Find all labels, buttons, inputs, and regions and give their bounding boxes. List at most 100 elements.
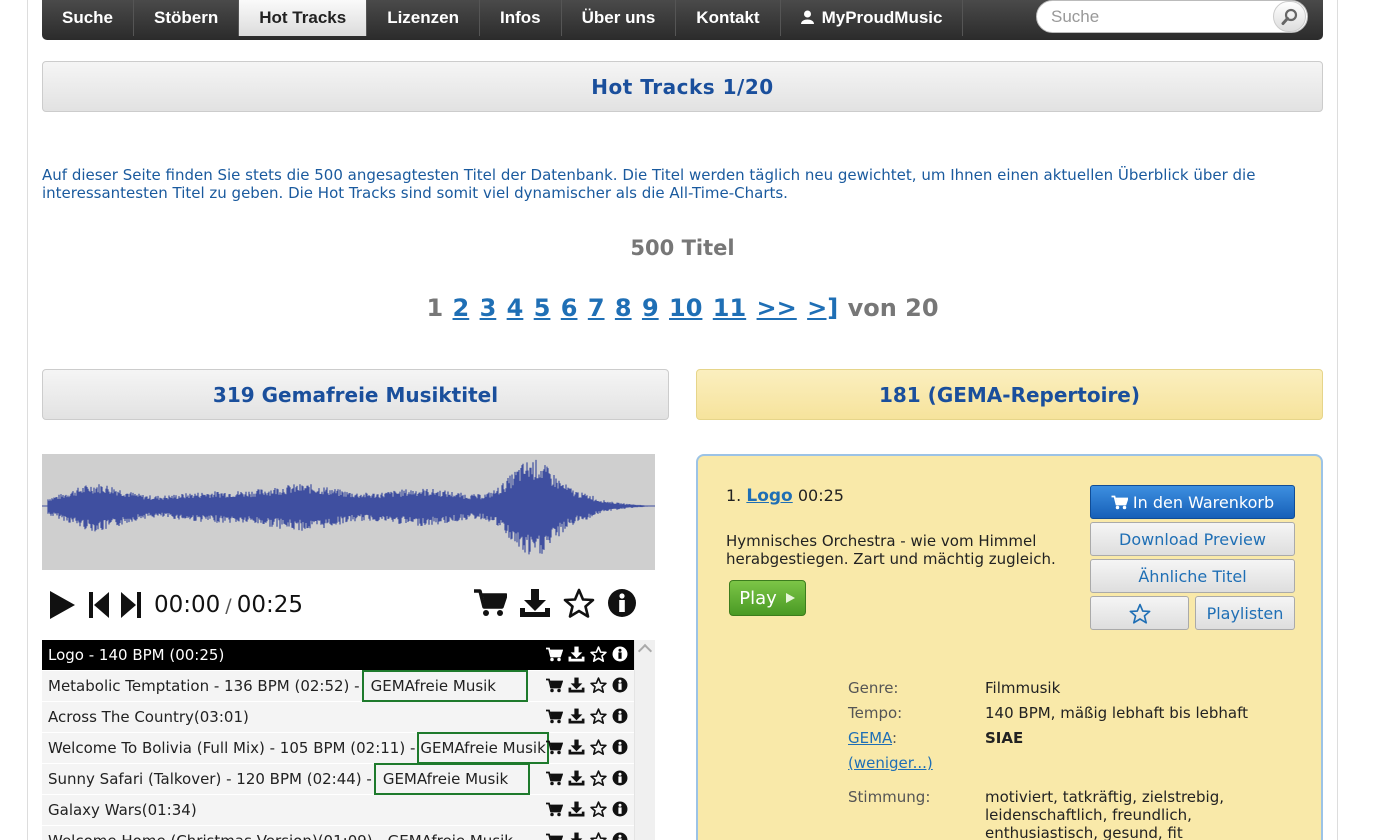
star-icon[interactable] [590, 739, 607, 755]
track-title: Metabolic Temptation - 136 BPM (02:52) - [48, 677, 360, 695]
info-icon[interactable] [612, 739, 628, 755]
show-less-link[interactable]: (weniger...) [848, 754, 933, 772]
track-row[interactable]: Sunny Safari (Talkover) - 120 BPM (02:44… [42, 763, 634, 795]
download-icon[interactable] [568, 708, 585, 724]
gemafree-badge: GEMAfreie Musik [373, 763, 531, 795]
nav-suche[interactable]: Suche [42, 0, 135, 36]
track-row[interactable]: Metabolic Temptation - 136 BPM (02:52) -… [42, 670, 634, 702]
page-link-9[interactable]: 9 [642, 294, 659, 322]
similar-tracks-button[interactable]: Ähnliche Titel [1090, 559, 1295, 593]
mood-row: Stimmung: motiviert, tatkräftig, zielstr… [848, 788, 1305, 840]
nav-ueber-uns[interactable]: Über uns [562, 0, 677, 36]
track-metadata: Genre: Filmmusik Tempo: 140 BPM, mäßig leb… [848, 676, 1248, 776]
nav-infos[interactable]: Infos [480, 0, 562, 36]
track-actions [545, 770, 628, 786]
info-icon[interactable] [612, 832, 628, 840]
star-icon[interactable] [590, 832, 607, 840]
track-row[interactable]: Across The Country(03:01) [42, 702, 634, 733]
track-title: Welcome To Bolivia (Full Mix) - 105 BPM … [48, 739, 416, 757]
genre-label: Genre: [848, 679, 899, 697]
download-icon[interactable] [568, 770, 585, 786]
previous-track-icon[interactable] [88, 591, 110, 619]
download-icon[interactable] [568, 677, 585, 693]
tracklist-scrollbar[interactable] [634, 640, 655, 840]
track-actions [545, 646, 628, 662]
cart-icon[interactable] [545, 833, 563, 840]
page-link-5[interactable]: 5 [534, 294, 551, 322]
info-icon[interactable] [612, 801, 628, 817]
waveform[interactable] [42, 454, 655, 570]
search-button[interactable] [1273, 1, 1306, 32]
info-icon[interactable] [612, 677, 628, 693]
page-link-8[interactable]: 8 [615, 294, 632, 322]
cart-icon[interactable] [545, 678, 563, 693]
page-link-4[interactable]: 4 [507, 294, 524, 322]
track-title: Galaxy Wars(01:34) [48, 801, 197, 819]
track-actions [545, 739, 628, 755]
track-row[interactable]: Welcome Home (Christmas Version)(01:09) … [42, 826, 634, 840]
tempo-value: 140 BPM, mäßig lebhaft bis lebhaft [985, 704, 1248, 722]
page-next-link[interactable]: >> [757, 294, 797, 322]
download-preview-button[interactable]: Download Preview [1090, 522, 1295, 556]
info-icon[interactable] [612, 646, 628, 662]
star-icon[interactable] [590, 801, 607, 817]
nav-myproudmusic[interactable]: MyProudMusic [781, 0, 964, 36]
page-link-3[interactable]: 3 [480, 294, 497, 322]
nav-hot-tracks[interactable]: Hot Tracks [239, 0, 368, 36]
page-link-6[interactable]: 6 [561, 294, 578, 322]
play-arrow-icon [785, 593, 795, 603]
star-icon[interactable] [590, 770, 607, 786]
download-icon[interactable] [568, 739, 585, 755]
search-input[interactable] [1037, 6, 1267, 27]
nav-stoebern[interactable]: Stöbern [134, 0, 240, 36]
duration-time: 00:25 [236, 592, 303, 618]
cart-icon[interactable] [545, 802, 563, 817]
download-icon[interactable] [568, 832, 585, 840]
track-row[interactable]: Logo - 140 BPM (00:25) [42, 640, 634, 671]
page-last-link[interactable]: >] [807, 294, 838, 322]
info-icon[interactable] [612, 770, 628, 786]
cart-icon[interactable] [545, 771, 563, 786]
download-icon[interactable] [519, 588, 551, 618]
favorite-button[interactable] [1090, 596, 1189, 630]
scroll-up-icon[interactable] [637, 643, 653, 659]
page-link-7[interactable]: 7 [588, 294, 605, 322]
cart-icon[interactable] [545, 709, 563, 724]
gemafree-tab[interactable]: 319 Gemafreie Musiktitel [42, 369, 669, 420]
time-separator: / [225, 595, 232, 617]
next-track-icon[interactable] [120, 591, 142, 619]
gema-repertoire-tab[interactable]: 181 (GEMA-Repertoire) [696, 369, 1323, 420]
star-icon[interactable] [590, 646, 607, 662]
info-icon[interactable] [612, 708, 628, 724]
cart-icon[interactable] [545, 740, 563, 755]
download-icon[interactable] [568, 646, 585, 662]
page-current: 1 [426, 294, 444, 322]
page-link-11[interactable]: 11 [713, 294, 746, 322]
page-link-2[interactable]: 2 [453, 294, 470, 322]
playlists-button[interactable]: Playlisten [1195, 596, 1295, 630]
page-total: von 20 [847, 294, 939, 322]
play-icon[interactable] [48, 590, 76, 620]
favorite-star-icon[interactable] [563, 588, 595, 618]
track-row[interactable]: Welcome To Bolivia (Full Mix) - 105 BPM … [42, 732, 634, 764]
nav-kontakt[interactable]: Kontakt [676, 0, 781, 36]
star-icon[interactable] [590, 677, 607, 693]
cart-icon[interactable] [473, 588, 507, 618]
gema-link[interactable]: GEMA [848, 729, 892, 747]
nav-lizenzen[interactable]: Lizenzen [367, 0, 480, 36]
star-icon[interactable] [590, 708, 607, 724]
info-icon[interactable] [607, 588, 637, 618]
download-icon[interactable] [568, 801, 585, 817]
cart-icon[interactable] [545, 647, 563, 662]
add-to-cart-button[interactable]: In den Warenkorb [1090, 485, 1295, 519]
page-link-10[interactable]: 10 [669, 294, 702, 322]
top-navigation: Suche Stöbern Hot Tracks Lizenzen Infos … [42, 0, 1323, 40]
track-title: Logo - 140 BPM (00:25) [48, 646, 225, 664]
gema-colon: : [892, 729, 898, 747]
track-row[interactable]: Galaxy Wars(01:34) [42, 795, 634, 826]
nav-myproudmusic-label: MyProudMusic [821, 8, 943, 27]
play-button[interactable]: Play [729, 580, 806, 616]
track-title-link[interactable]: Logo [746, 486, 792, 506]
pagination: 1 2 3 4 5 6 7 8 9 10 11 >> >] von 20 [42, 294, 1323, 322]
track-number: 1. [726, 486, 742, 505]
